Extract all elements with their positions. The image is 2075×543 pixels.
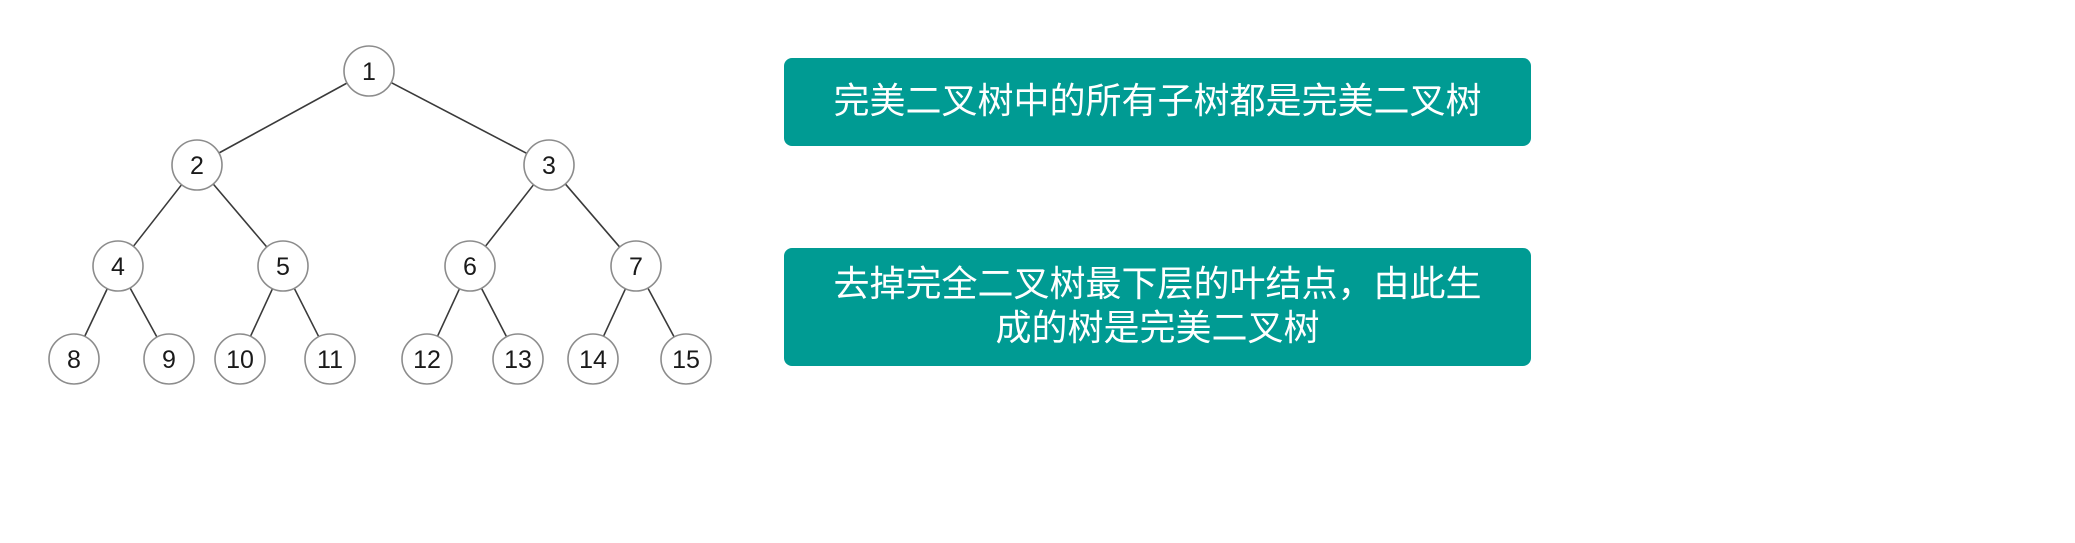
tree-node-10: 10 xyxy=(214,333,266,385)
tree-edge-3-6 xyxy=(484,184,535,247)
tree-edge-3-7 xyxy=(564,183,621,248)
tree-node-label: 11 xyxy=(317,346,343,374)
tree-edge-6-12 xyxy=(436,288,461,337)
tree-node-label: 9 xyxy=(162,346,176,374)
tree-edge-5-10 xyxy=(249,288,274,337)
tree-node-12: 12 xyxy=(401,333,453,385)
tree-node-label: 8 xyxy=(67,346,81,374)
tree-node-11: 11 xyxy=(304,333,356,385)
tree-node-13: 13 xyxy=(492,333,544,385)
tree-node-2: 2 xyxy=(171,139,223,191)
tree-edge-2-5 xyxy=(212,183,268,248)
tree-node-label: 12 xyxy=(413,346,441,374)
tree-node-8: 8 xyxy=(48,333,100,385)
tree-edge-7-15 xyxy=(647,287,675,338)
tree-node-label: 14 xyxy=(579,346,607,374)
note-text-line-1: 去掉完全二叉树最下层的叶结点，由此生 xyxy=(833,264,1482,305)
tree-node-label: 10 xyxy=(226,346,254,374)
tree-node-9: 9 xyxy=(143,333,195,385)
tree-edge-1-3 xyxy=(390,81,528,155)
tree-node-15: 15 xyxy=(660,333,712,385)
tree-edge-2-4 xyxy=(132,184,183,247)
tree-node-label: 4 xyxy=(111,253,125,281)
note-text: 完美二叉树中的所有子树都是完美二叉树 xyxy=(833,81,1482,122)
tree-edge-1-2 xyxy=(218,82,348,154)
tree-node-label: 13 xyxy=(504,346,532,374)
tree-node-label: 15 xyxy=(672,346,700,374)
tree-node-label: 2 xyxy=(190,152,204,180)
tree-node-1: 1 xyxy=(343,45,395,97)
tree-edge-7-14 xyxy=(602,288,627,337)
tree-edge-5-11 xyxy=(293,287,320,338)
tree-edge-6-13 xyxy=(480,287,508,338)
tree-node-7: 7 xyxy=(610,240,662,292)
tree-node-label: 6 xyxy=(463,253,477,281)
tree-node-14: 14 xyxy=(567,333,619,385)
note-text-line-2: 成的树是完美二叉树 xyxy=(995,308,1320,349)
tree-node-4: 4 xyxy=(92,240,144,292)
tree-node-label: 5 xyxy=(276,253,290,281)
tree-nodes: 12 34 5 6 78 9 10 11 12 13 14 15 xyxy=(48,45,712,385)
binary-tree-diagram: 12 34 5 6 78 9 10 11 12 13 14 15 xyxy=(48,45,712,385)
tree-node-3: 3 xyxy=(523,139,575,191)
note-box-subtrees: 完美二叉树中的所有子树都是完美二叉树 xyxy=(784,58,1531,146)
tree-node-label: 7 xyxy=(629,253,643,281)
tree-edge-4-9 xyxy=(129,287,158,338)
tree-node-6: 6 xyxy=(444,240,496,292)
tree-node-5: 5 xyxy=(257,240,309,292)
note-box-remove-leaves: 去掉完全二叉树最下层的叶结点，由此生 成的树是完美二叉树 xyxy=(784,248,1531,366)
tree-edges xyxy=(83,81,675,338)
tree-node-label: 1 xyxy=(362,58,376,86)
tree-edge-4-8 xyxy=(83,288,109,337)
tree-node-label: 3 xyxy=(542,152,556,180)
